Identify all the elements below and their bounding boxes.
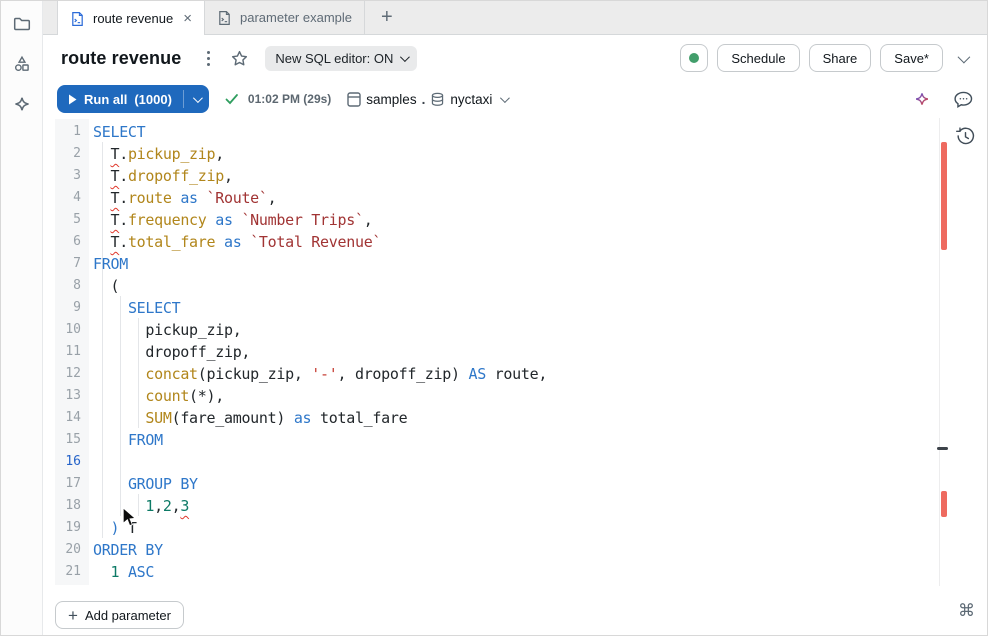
toggle-label: New SQL editor: ON [275,51,393,66]
line-number: 18 [55,495,89,517]
line-number: 13 [55,385,89,407]
tab-route-revenue[interactable]: route revenue × [57,1,205,36]
code-line[interactable]: T.pickup_zip, [93,143,224,165]
version-history-icon[interactable] [955,126,976,152]
sql-editor-window: route revenue × parameter example + rout… [0,0,988,636]
database-icon [430,92,445,107]
error-range-marker [941,142,947,250]
run-options-chevron[interactable] [184,85,209,113]
line-number: 19 [55,517,89,539]
play-icon [68,94,77,105]
tab-parameter-example[interactable]: parameter example [205,1,365,34]
left-sidebar [1,1,43,636]
catalog-name: samples [366,92,416,107]
code-line[interactable]: 1 ASC [93,561,154,583]
chevron-down-icon [400,52,410,62]
favorite-star-icon[interactable] [230,49,249,68]
line-number: 11 [55,341,89,363]
code-line[interactable]: concat(pickup_zip, '-', dropoff_zip) AS … [93,363,547,385]
cursor-position-marker [937,447,948,450]
kebab-menu-icon[interactable] [203,47,214,70]
run-label: Run all [84,92,127,107]
add-parameter-label: Add parameter [85,608,171,623]
code-line[interactable]: T.dropoff_zip, [93,165,233,187]
sql-file-icon [217,10,232,26]
sql-file-icon [70,11,85,27]
line-number: 8 [55,275,89,297]
catalog-icon [347,92,361,107]
run-all-button[interactable]: Run all (1000) [57,85,209,113]
close-tab-icon[interactable]: × [183,11,192,26]
line-number-gutter: 123456789101112131415161718192021 [55,119,89,585]
line-number: 14 [55,407,89,429]
new-tab-button[interactable]: + [365,1,409,34]
line-number: 10 [55,319,89,341]
line-number: 4 [55,187,89,209]
code-line[interactable]: SELECT [93,297,180,319]
folder-icon[interactable] [11,13,33,35]
line-number: 9 [55,297,89,319]
line-number: 7 [55,253,89,275]
line-number: 20 [55,539,89,561]
line-number: 6 [55,231,89,253]
run-toolbar: Run all (1000) 01:02 PM (29s) samples . [43,81,987,117]
code-line[interactable]: T.total_fare as `Total Revenue` [93,231,381,253]
line-number: 1 [55,121,89,143]
code-line[interactable]: count(*), [93,385,224,407]
code-line[interactable]: FROM [93,253,128,275]
share-button[interactable]: Share [809,44,872,72]
command-key-icon: ⌘ [958,601,975,621]
code-line[interactable]: dropoff_zip, [93,341,250,363]
code-line[interactable]: T.route as `Route`, [93,187,276,209]
green-status-dot [689,53,699,63]
header-actions: Schedule Share Save* [680,44,973,72]
line-number: 17 [55,473,89,495]
code-line[interactable]: FROM [93,429,163,451]
code-line[interactable]: pickup_zip, [93,319,241,341]
workspace-shapes-icon[interactable] [11,53,33,75]
run-row-count: (1000) [134,92,172,107]
plus-icon: + [68,607,78,624]
code-line[interactable]: ) T [93,517,137,539]
code-line[interactable]: SELECT [93,121,145,143]
success-check-icon [224,91,240,107]
connection-status-button[interactable] [680,44,708,72]
more-actions-chevron[interactable] [952,50,973,67]
code-line[interactable]: ORDER BY [93,539,163,561]
line-number: 15 [55,429,89,451]
line-number: 2 [55,143,89,165]
catalog-schema-selector[interactable]: samples . nyctaxi [347,92,507,107]
tab-bar: route revenue × parameter example + [43,1,987,35]
tab-label: route revenue [93,11,173,26]
code-line[interactable]: SUM(fare_amount) as total_fare [93,407,407,429]
schema-name: nyctaxi [450,92,492,107]
line-number: 5 [55,209,89,231]
add-parameter-button[interactable]: + Add parameter [55,601,184,629]
save-button[interactable]: Save* [880,44,943,72]
overview-ruler [939,118,940,586]
line-number: 3 [55,165,89,187]
comments-icon[interactable] [953,89,974,110]
catalog-separator: . [422,92,426,107]
code-line[interactable]: GROUP BY [93,473,198,495]
schedule-button[interactable]: Schedule [717,44,799,72]
tab-label: parameter example [240,10,352,25]
code-line[interactable]: ( [93,275,119,297]
code-line[interactable]: T.frequency as `Number Trips`, [93,209,372,231]
assistant-sparkle-icon[interactable] [913,90,931,108]
sparkle-nav-icon[interactable] [11,93,33,115]
error-range-marker [941,491,947,517]
line-number: 16 [55,451,89,473]
chevron-down-icon [500,93,510,103]
line-number: 12 [55,363,89,385]
code-editor[interactable]: 123456789101112131415161718192021 SELECT… [43,117,987,635]
query-title[interactable]: route revenue [61,48,181,69]
new-sql-editor-toggle[interactable]: New SQL editor: ON [265,46,417,71]
code-line[interactable]: 1,2,3 [93,495,189,517]
line-number: 21 [55,561,89,583]
query-header: route revenue New SQL editor: ON Schedul… [43,35,987,81]
last-run-time: 01:02 PM (29s) [248,92,331,106]
